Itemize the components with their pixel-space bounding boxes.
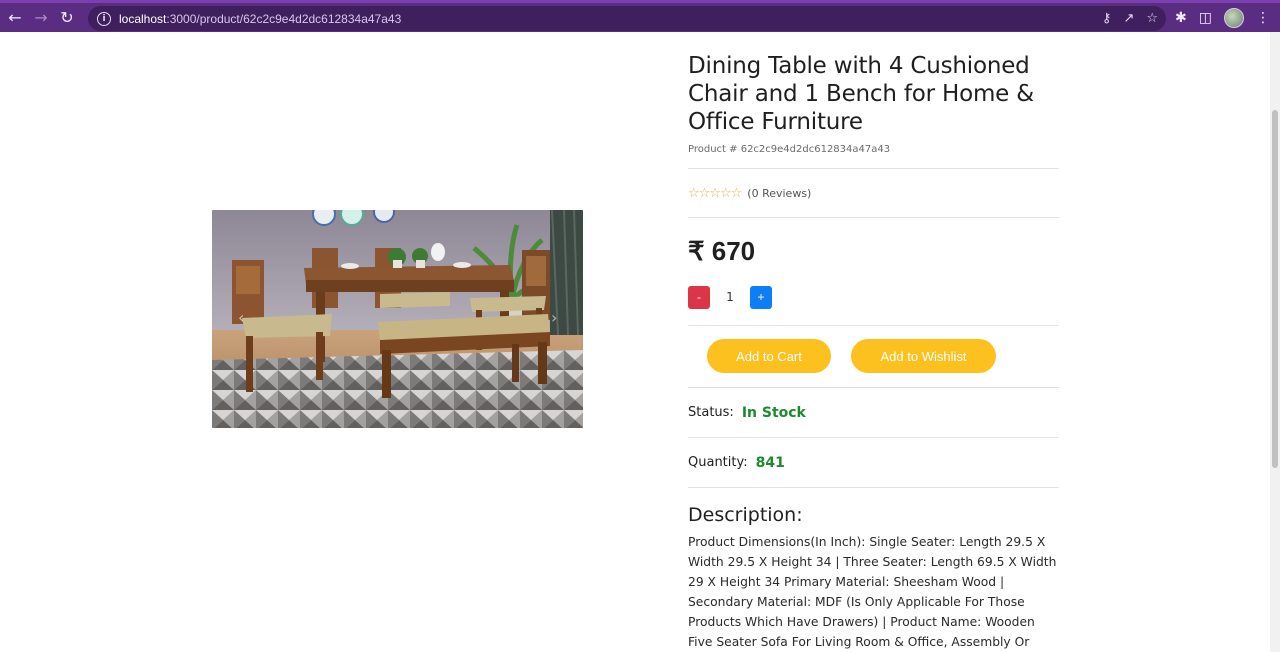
carousel-next-icon[interactable]: › <box>551 308 557 327</box>
quantity-input[interactable]: 1 <box>710 290 750 304</box>
product-title: Dining Table with 4 Cushioned Chair and … <box>688 53 1034 135</box>
add-to-cart-button[interactable]: Add to Cart <box>707 339 831 373</box>
status-row: Status: In Stock <box>688 388 1059 437</box>
product-details: Dining Table with 4 Cushioned Chair and … <box>688 52 1059 652</box>
stock-value: 841 <box>755 454 785 471</box>
browser-toolbar: ← → ↻ i localhost:3000/product/62c2c9e4d… <box>0 0 1280 32</box>
scrollbar-thumb[interactable] <box>1272 110 1278 468</box>
forward-icon[interactable]: → <box>28 5 54 31</box>
url-path: :3000/product/62c2c9e4d2dc612834a47a43 <box>166 11 402 26</box>
url-host: localhost <box>119 11 167 26</box>
quantity-stepper: - 1 + <box>688 285 1059 309</box>
menu-kebab-icon[interactable]: ⋮ <box>1256 10 1270 26</box>
description-text: Product Dimensions(In Inch): Single Seat… <box>688 535 1057 649</box>
action-buttons: Add to Cart Add to Wishlist <box>688 326 1059 387</box>
divider <box>688 217 1059 218</box>
dining-set-image <box>212 210 583 428</box>
site-info-icon[interactable]: i <box>97 11 111 26</box>
divider <box>688 487 1059 488</box>
share-icon[interactable]: ↗ <box>1123 11 1134 26</box>
stock-row: Quantity: 841 <box>688 438 1059 487</box>
profile-avatar[interactable] <box>1224 7 1244 28</box>
product-price: ₹ 670 <box>688 236 756 266</box>
url-text[interactable]: localhost:3000/product/62c2c9e4d2dc61283… <box>119 12 401 26</box>
side-panel-icon[interactable]: ◫ <box>1199 10 1212 26</box>
add-to-wishlist-button[interactable]: Add to Wishlist <box>851 339 996 373</box>
reload-icon[interactable]: ↻ <box>54 5 80 31</box>
key-icon[interactable]: ⚷ <box>1102 11 1112 26</box>
decrease-quantity-button[interactable]: - <box>688 285 710 309</box>
extensions-icon[interactable]: ✱ <box>1175 10 1187 26</box>
rating-row: ☆☆☆☆☆ (0 Reviews) <box>688 169 1059 217</box>
stock-label: Quantity: <box>688 455 748 470</box>
status-label: Status: <box>688 405 734 420</box>
carousel-prev-icon[interactable]: ‹ <box>238 308 244 327</box>
increase-quantity-button[interactable]: + <box>750 285 772 309</box>
product-id: Product # 62c2c9e4d2dc612834a47a43 <box>688 144 891 155</box>
description-heading: Description: <box>688 504 803 526</box>
review-count: (0 Reviews) <box>747 186 812 200</box>
star-rating-icon: ☆☆☆☆☆ <box>688 185 742 201</box>
page-scrollbar[interactable] <box>1270 32 1280 652</box>
address-bar[interactable]: i localhost:3000/product/62c2c9e4d2dc612… <box>88 6 1166 31</box>
bookmark-star-icon[interactable]: ☆ <box>1146 11 1158 26</box>
back-icon[interactable]: ← <box>2 5 28 31</box>
status-value: In Stock <box>741 404 806 421</box>
product-image-carousel[interactable]: ‹ › <box>212 210 583 428</box>
